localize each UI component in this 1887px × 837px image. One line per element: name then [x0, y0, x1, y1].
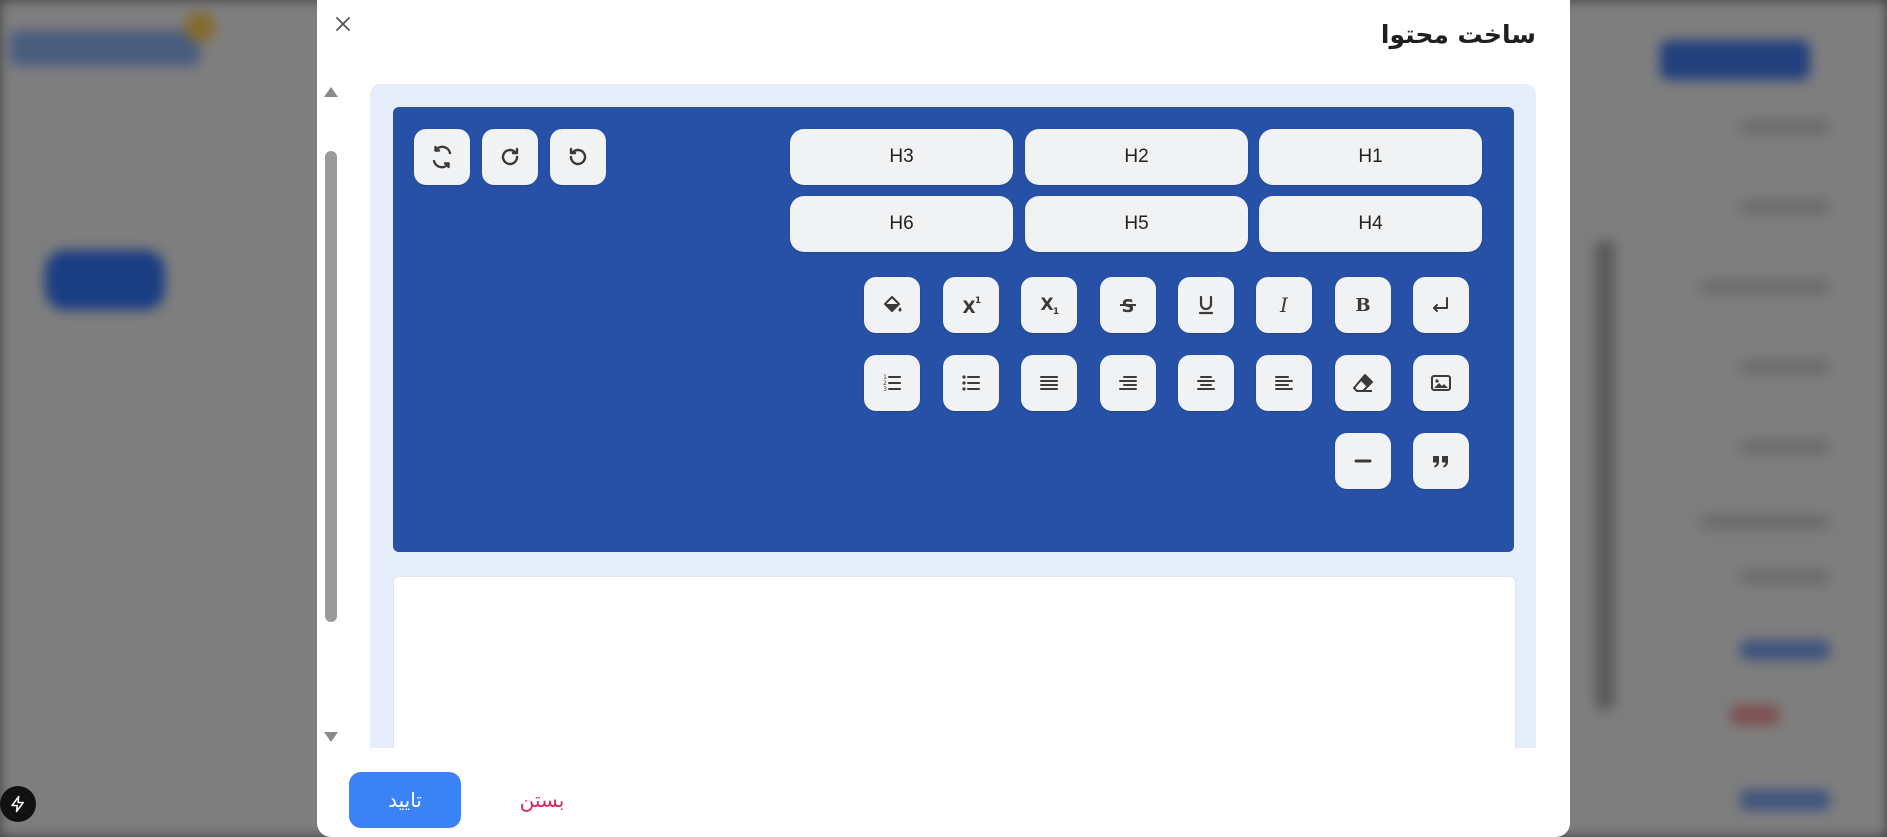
heading-h3-button[interactable]: H3 — [790, 129, 1013, 185]
subscript-icon[interactable]: X1 — [1021, 277, 1077, 333]
heading-h6-button[interactable]: H6 — [790, 196, 1013, 252]
heading-h4-button[interactable]: H4 — [1259, 196, 1482, 252]
svg-text:S: S — [1122, 296, 1135, 317]
heading-h1-button[interactable]: H1 — [1259, 129, 1482, 185]
heading-h5-button[interactable]: H5 — [1025, 196, 1248, 252]
italic-icon[interactable]: I — [1256, 277, 1312, 333]
bullet-list-icon[interactable] — [943, 355, 999, 411]
modal-scroll-area: H1 H2 H3 H4 H5 H6 B I S X 1 X 1 1 2 3 — [317, 84, 1570, 748]
horizontal-rule-icon[interactable] — [1335, 433, 1391, 489]
confirm-button[interactable]: تایید — [349, 772, 461, 828]
quote-icon[interactable] — [1413, 433, 1469, 489]
strikethrough-icon[interactable]: S — [1100, 277, 1156, 333]
close-icon[interactable] — [331, 12, 355, 36]
svg-text:I: I — [1279, 293, 1289, 317]
numbered-list-icon[interactable]: 123 — [864, 355, 920, 411]
bolt-icon[interactable] — [0, 786, 36, 822]
svg-text:1: 1 — [975, 296, 981, 306]
svg-text:B: B — [1355, 295, 1370, 316]
superscript-icon[interactable]: X1 — [943, 277, 999, 333]
redo-icon[interactable] — [482, 129, 538, 185]
editor-toolbar: H1 H2 H3 H4 H5 H6 B I S X 1 X 1 1 2 3 — [393, 107, 1514, 552]
rich-text-editor: H1 H2 H3 H4 H5 H6 B I S X 1 X 1 1 2 3 — [370, 84, 1536, 748]
content-builder-modal: ساخت محتوا H1 H2 H3 H4 H5 H6 B I S X 1 X… — [317, 0, 1570, 837]
line-break-icon[interactable] — [1413, 277, 1469, 333]
svg-text:1: 1 — [1053, 307, 1059, 317]
refresh-icon[interactable] — [414, 129, 470, 185]
align-justify-icon[interactable] — [1021, 355, 1077, 411]
image-icon[interactable] — [1413, 355, 1469, 411]
align-right-icon[interactable] — [1100, 355, 1156, 411]
svg-text:X: X — [962, 298, 975, 317]
eraser-icon[interactable] — [1335, 355, 1391, 411]
svg-text:3: 3 — [883, 386, 887, 393]
underline-icon[interactable] — [1178, 277, 1234, 333]
heading-h2-button[interactable]: H2 — [1025, 129, 1248, 185]
undo-icon[interactable] — [550, 129, 606, 185]
align-left-icon[interactable] — [1256, 355, 1312, 411]
svg-text:X: X — [1040, 295, 1053, 315]
close-button[interactable]: بستن — [497, 772, 587, 828]
paint-bucket-icon[interactable] — [864, 277, 920, 333]
editor-content-area[interactable] — [393, 576, 1516, 748]
modal-title: ساخت محتوا — [1380, 20, 1536, 49]
bold-icon[interactable]: B — [1335, 277, 1391, 333]
align-center-icon[interactable] — [1178, 355, 1234, 411]
